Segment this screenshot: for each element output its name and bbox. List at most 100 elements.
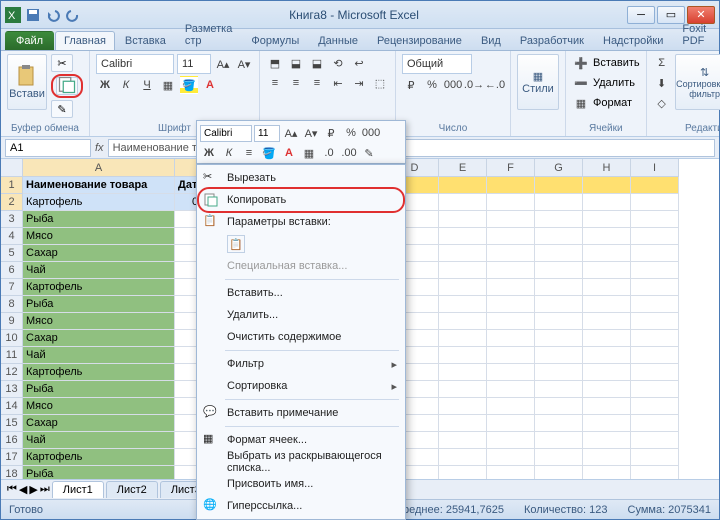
tab-layout[interactable]: Разметка стр [176,19,242,50]
row-header[interactable]: 11 [1,347,23,364]
col-header[interactable]: H [583,159,631,177]
cell[interactable]: Сахар [23,415,175,432]
paste-option-icon[interactable]: 📋 [227,235,245,253]
sort-filter-button[interactable]: ⇅Сортировка и фильтр [675,54,720,110]
cell[interactable] [631,398,679,415]
tab-home[interactable]: Главная [55,31,115,50]
fill-icon[interactable]: ⬇ [653,74,671,92]
merge-button[interactable]: ⬚ [371,74,389,92]
cell[interactable] [631,347,679,364]
cut-button[interactable]: ✂ [51,54,73,72]
cell[interactable] [535,296,583,313]
col-header[interactable]: I [631,159,679,177]
cell[interactable] [487,330,535,347]
percent-icon[interactable]: % [423,76,441,94]
cell[interactable] [487,432,535,449]
cell[interactable] [487,415,535,432]
cell[interactable] [487,381,535,398]
cell[interactable] [439,177,487,194]
undo-icon[interactable] [45,7,61,23]
cell[interactable] [439,364,487,381]
cell[interactable] [583,381,631,398]
cell[interactable] [535,432,583,449]
cell[interactable] [439,381,487,398]
tab-formulas[interactable]: Формулы [242,31,308,50]
col-header[interactable]: A [23,159,175,177]
cell[interactable] [631,194,679,211]
cell[interactable] [535,262,583,279]
cell[interactable] [439,262,487,279]
underline-button[interactable]: Ч [138,76,156,94]
cell[interactable] [487,313,535,330]
cell[interactable] [583,415,631,432]
cell[interactable] [631,330,679,347]
sheet-nav-next-icon[interactable]: ▶ [29,483,37,496]
ctx-paste-icon-row[interactable]: 📋 [199,233,403,255]
cell[interactable] [487,364,535,381]
tab-addins[interactable]: Надстройки [594,31,672,50]
sheet-nav-last-icon[interactable]: ⏭ [40,483,50,496]
cell[interactable] [631,262,679,279]
comma-icon[interactable]: 000 [444,76,462,94]
autosum-icon[interactable]: Σ [653,54,671,72]
indent-dec-icon[interactable]: ⇤ [329,74,347,92]
cell[interactable] [439,211,487,228]
number-format-combo[interactable]: Общий [402,54,472,74]
cell[interactable] [583,211,631,228]
ctx-clear[interactable]: Очистить содержимое [199,326,403,348]
mini-bold-icon[interactable]: Ж [200,144,218,162]
mini-percent-icon[interactable]: % [342,124,360,142]
cell[interactable] [439,296,487,313]
cell[interactable]: Рыба [23,296,175,313]
cell[interactable]: Картофель [23,194,175,211]
sheet-nav-prev-icon[interactable]: ◀ [19,483,27,496]
row-header[interactable]: 14 [1,398,23,415]
cell[interactable] [583,262,631,279]
cell[interactable] [631,177,679,194]
cell[interactable] [487,279,535,296]
tab-insert[interactable]: Вставка [116,31,175,50]
cell[interactable] [583,449,631,466]
cell[interactable] [535,245,583,262]
inc-decimal-icon[interactable]: .0→ [465,76,483,94]
ctx-cut[interactable]: ✂Вырезать [199,167,403,189]
align-right-icon[interactable]: ≡ [308,74,326,92]
dec-decimal-icon[interactable]: ←.0 [486,76,504,94]
ctx-define-name[interactable]: Присвоить имя... [199,473,403,495]
ctx-format-cells[interactable]: ▦Формат ячеек... [199,429,403,451]
cell[interactable] [631,449,679,466]
tab-view[interactable]: Вид [472,31,510,50]
cell[interactable] [583,330,631,347]
ctx-comment[interactable]: 💬Вставить примечание [199,402,403,424]
redo-icon[interactable] [65,7,81,23]
cell[interactable] [535,313,583,330]
align-left-icon[interactable]: ≡ [266,74,284,92]
mini-font-combo[interactable]: Calibri [200,125,252,142]
format-cells-icon[interactable]: ▦ [572,94,590,112]
ctx-sort[interactable]: Сортировка▸ [199,375,403,397]
delete-cells-icon[interactable]: ➖ [572,74,590,92]
cell[interactable] [487,245,535,262]
currency-icon[interactable]: ₽ [402,76,420,94]
cell[interactable] [487,211,535,228]
cell[interactable] [439,449,487,466]
format-painter-button[interactable]: ✎ [51,100,73,118]
cell[interactable] [583,313,631,330]
cell[interactable] [583,432,631,449]
minimize-button[interactable]: ─ [627,6,655,24]
mini-fontcolor-icon[interactable]: A [280,144,298,162]
cell[interactable] [535,211,583,228]
cell[interactable] [535,228,583,245]
ctx-insert[interactable]: Вставить... [199,282,403,304]
cell[interactable] [631,466,679,479]
cell[interactable] [439,347,487,364]
align-center-icon[interactable]: ≡ [287,74,305,92]
cell[interactable]: Чай [23,262,175,279]
row-header[interactable]: 7 [1,279,23,296]
cell[interactable] [535,381,583,398]
cell[interactable]: Сахар [23,245,175,262]
cell[interactable]: Картофель [23,449,175,466]
cell[interactable] [439,415,487,432]
cell[interactable] [631,432,679,449]
ctx-picklist[interactable]: Выбрать из раскрывающегося списка... [199,451,403,473]
